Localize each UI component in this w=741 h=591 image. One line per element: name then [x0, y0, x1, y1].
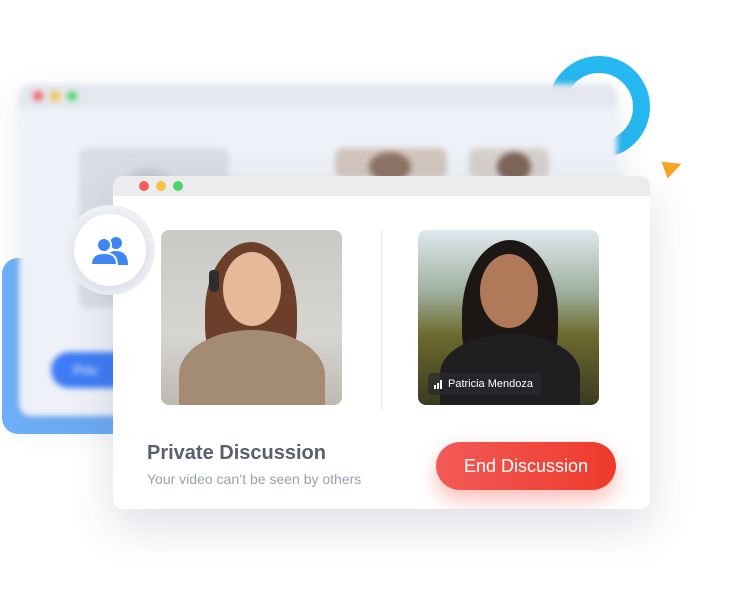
tile-divider [381, 230, 382, 410]
minimize-dot-icon [50, 91, 60, 101]
end-discussion-button[interactable]: End Discussion [436, 442, 616, 490]
private-discussion-window: Patricia Mendoza Private Discussion Your… [113, 176, 650, 509]
close-window-icon[interactable] [139, 181, 149, 191]
participant-face [480, 254, 538, 328]
participant-body [179, 330, 325, 405]
signal-bars-icon [434, 379, 442, 389]
participant-video-tile[interactable]: Patricia Mendoza [418, 230, 599, 405]
users-group-icon [89, 237, 128, 265]
minimize-window-icon[interactable] [156, 181, 166, 191]
window-titlebar [113, 176, 650, 196]
decorative-triangle [661, 155, 685, 179]
close-dot-icon [33, 91, 43, 101]
group-icon-bubble [65, 205, 155, 295]
participant-video-tile[interactable] [161, 230, 342, 405]
discussion-title: Private Discussion [147, 442, 326, 464]
participant-name-badge: Patricia Mendoza [428, 373, 541, 395]
participant-name: Patricia Mendoza [448, 378, 533, 390]
maximize-window-icon[interactable] [173, 181, 183, 191]
discussion-subtitle: Your video can’t be seen by others [147, 471, 362, 487]
maximize-dot-icon [67, 91, 77, 101]
background-titlebar [19, 84, 617, 108]
headset-icon [209, 270, 219, 292]
group-icon-inner [74, 214, 146, 286]
participant-face [223, 252, 281, 326]
